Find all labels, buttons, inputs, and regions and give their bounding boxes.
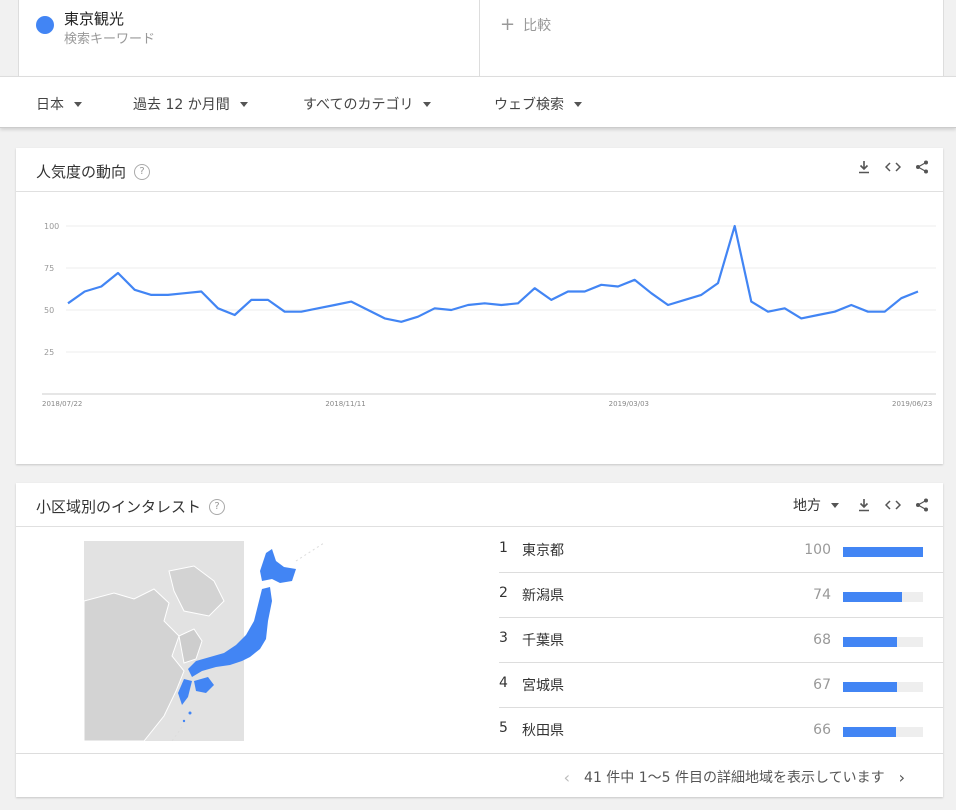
- rank-number: 2: [499, 585, 508, 601]
- region-value: 100: [804, 542, 831, 558]
- region-map[interactable]: [83, 541, 334, 745]
- region-filter-label: 日本: [36, 97, 64, 113]
- chevron-right-icon[interactable]: ›: [899, 768, 905, 787]
- compare-label: 比較: [523, 17, 552, 34]
- rank-number: 1: [499, 540, 508, 556]
- card-tools: 地方: [793, 495, 929, 515]
- share-icon[interactable]: [915, 498, 929, 512]
- region-value: 68: [813, 632, 831, 648]
- value-bar-track: [843, 592, 923, 602]
- value-bar: [843, 592, 903, 602]
- caret-down-icon: [74, 101, 82, 107]
- list-item[interactable]: 1 東京都 100: [499, 528, 943, 573]
- value-bar-track: [843, 637, 923, 647]
- interest-by-region-card: 小区域別のインタレスト ? 地方 1 東京都 100 2 新潟県 74 3 千葉…: [16, 483, 943, 797]
- region-name[interactable]: 千葉県: [522, 630, 564, 650]
- y-tick-label: 100: [44, 222, 59, 231]
- chevron-left-icon[interactable]: ‹: [564, 768, 570, 787]
- region-name[interactable]: 新潟県: [522, 585, 564, 605]
- region-value: 66: [813, 722, 831, 738]
- help-icon[interactable]: ?: [134, 163, 151, 180]
- series-line[interactable]: [67, 224, 919, 323]
- caret-down-icon: [423, 101, 432, 107]
- time-filter[interactable]: 過去 12 か月間: [133, 94, 248, 114]
- search-term-chip[interactable]: 東京観光 検索キーワード: [19, 0, 480, 76]
- card-title: 人気度の動向 ?: [36, 161, 151, 182]
- x-tick-label: 2018/07/22: [42, 400, 82, 408]
- region-ranking-list: 1 東京都 100 2 新潟県 74 3 千葉県 68 4 宮城県 67 5 秋…: [499, 528, 943, 753]
- resolution-select[interactable]: 地方: [793, 495, 839, 515]
- search-type-filter[interactable]: ウェブ検索: [494, 94, 582, 114]
- list-item[interactable]: 2 新潟県 74: [499, 573, 943, 618]
- y-tick-label: 25: [44, 348, 54, 357]
- x-tick-label: 2018/11/11: [325, 400, 365, 408]
- resolution-label: 地方: [793, 498, 821, 514]
- interest-by-region-title: 小区域別のインタレスト: [36, 498, 202, 516]
- category-filter-label: すべてのカテゴリ: [303, 97, 414, 113]
- list-item[interactable]: 5 秋田県 66: [499, 708, 943, 753]
- region-name[interactable]: 秋田県: [522, 720, 564, 740]
- region-value: 74: [813, 587, 831, 603]
- download-icon[interactable]: [857, 498, 871, 512]
- share-icon[interactable]: [915, 160, 929, 174]
- value-bar: [843, 727, 896, 737]
- region-name[interactable]: 東京都: [522, 540, 564, 560]
- rank-number: 4: [499, 675, 508, 691]
- interest-over-time-card: 人気度の動向 ? 25 50 75 100 2018/07/22 2018/11/11 20…: [16, 148, 943, 464]
- list-item[interactable]: 3 千葉県 68: [499, 618, 943, 663]
- search-type-filter-label: ウェブ検索: [494, 97, 564, 113]
- y-tick-label: 50: [44, 306, 54, 315]
- region-name[interactable]: 宮城県: [522, 675, 564, 695]
- card-header: 小区域別のインタレスト ? 地方: [16, 483, 943, 527]
- embed-icon[interactable]: [885, 498, 901, 512]
- pagination-label: 41 件中 1～5 件目の詳細地域を表示しています: [584, 770, 885, 786]
- value-bar: [843, 682, 897, 692]
- x-tick-label: 2019/06/23: [892, 400, 932, 408]
- time-filter-label: 過去 12 か月間: [133, 97, 230, 113]
- rank-number: 3: [499, 630, 508, 646]
- value-bar: [843, 547, 923, 557]
- pagination: ‹ 41 件中 1～5 件目の詳細地域を表示しています ›: [16, 753, 943, 797]
- plus-icon: +: [500, 14, 516, 35]
- value-bar-track: [843, 547, 923, 557]
- series-color-dot: [36, 16, 54, 34]
- region-filter[interactable]: 日本: [36, 94, 82, 114]
- y-tick-label: 75: [44, 264, 54, 273]
- caret-down-icon: [574, 101, 582, 107]
- caret-down-icon: [239, 101, 248, 107]
- line-chart[interactable]: 25 50 75 100 2018/07/22 2018/11/11 2019/03/03 2…: [16, 192, 943, 464]
- japan-map[interactable]: [83, 541, 334, 742]
- region-value: 67: [813, 677, 831, 693]
- download-icon[interactable]: [857, 160, 871, 174]
- keyword-bar: 東京観光 検索キーワード + 比較: [0, 0, 956, 76]
- keyword-card: 東京観光 検索キーワード + 比較: [18, 0, 944, 76]
- card-title: 小区域別のインタレスト ?: [36, 496, 226, 517]
- search-term-label[interactable]: 東京観光: [64, 8, 124, 29]
- help-icon[interactable]: ?: [209, 498, 226, 515]
- compare-button[interactable]: + 比較: [500, 14, 551, 35]
- value-bar: [843, 637, 898, 647]
- search-term-type: 検索キーワード: [64, 32, 156, 47]
- card-tools: [857, 160, 929, 174]
- rank-number: 5: [499, 720, 508, 736]
- caret-down-icon: [831, 502, 839, 508]
- value-bar-track: [843, 727, 923, 737]
- category-filter[interactable]: すべてのカテゴリ: [303, 94, 432, 114]
- filter-bar: 日本 過去 12 か月間 すべてのカテゴリ ウェブ検索: [0, 76, 956, 128]
- pagination-controls: ‹ 41 件中 1～5 件目の詳細地域を表示しています ›: [564, 767, 905, 787]
- card-header: 人気度の動向 ?: [16, 148, 943, 192]
- x-tick-label: 2019/03/03: [609, 400, 649, 408]
- interest-over-time-title: 人気度の動向: [36, 163, 127, 181]
- value-bar-track: [843, 682, 923, 692]
- list-item[interactable]: 4 宮城県 67: [499, 663, 943, 708]
- embed-icon[interactable]: [885, 160, 901, 174]
